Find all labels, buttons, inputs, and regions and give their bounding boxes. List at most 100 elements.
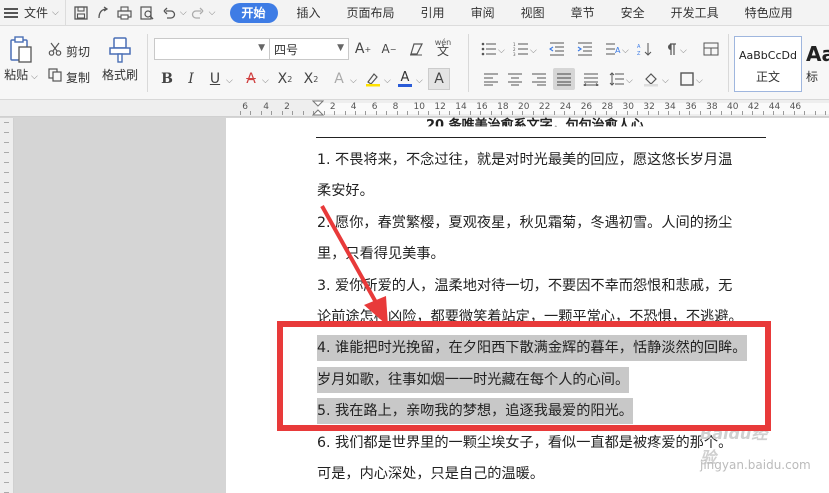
paragraph-line[interactable]: 论前途怎样凶险，都要微笑着站定，一颗平常心，不恐惧，不逃避。	[317, 306, 743, 326]
paragraph-line[interactable]: 岁月如歌，往事如烟一一时光藏在每个人的心间。	[317, 366, 630, 393]
paragraph-line[interactable]: 1. 不畏将来，不念过往，就是对时光最美的回应，愿这悠长岁月温	[317, 149, 732, 169]
table-layout-icon[interactable]	[700, 38, 722, 60]
borders-dropdown-icon[interactable]: ⌵	[696, 76, 703, 86]
copy-button[interactable]: 复制	[48, 68, 90, 86]
ruler-tick-label: 32	[643, 102, 655, 112]
tab-review[interactable]: 审阅	[458, 0, 508, 26]
redo-icon[interactable]	[187, 3, 209, 23]
print-icon[interactable]	[114, 3, 136, 23]
paragraph-line[interactable]: 6. 我们都是世界里的一颗尘埃女子，看似一直都是被疼爱的那个。	[317, 432, 732, 452]
paragraph-line[interactable]: 2. 愿你，春赏繁樱，夏观夜星，秋见霜菊，冬遇初雪。人间的扬尘	[317, 212, 732, 232]
vruler-tick-mark	[4, 142, 9, 143]
increase-indent-icon[interactable]	[574, 38, 596, 60]
paragraph-line[interactable]: 可是，内心深处，只是自己的温暖。	[317, 463, 544, 483]
tab-insert[interactable]: 插入	[284, 0, 334, 26]
paste-button[interactable]: 粘贴 ⌵	[4, 36, 38, 83]
ruler-tick-mark	[783, 111, 785, 115]
undo-dropdown-icon[interactable]: ⌵	[180, 8, 187, 18]
font-color-dropdown-icon[interactable]: ⌵	[416, 76, 423, 86]
paragraph-line[interactable]: 里，只看得见美事。	[317, 243, 445, 263]
format-painter-label: 格式刷	[101, 68, 138, 82]
chevron-down-icon: ▼	[337, 43, 344, 53]
paragraph-line[interactable]: 柔安好。	[317, 180, 374, 200]
format-painter-button[interactable]: 格式刷	[100, 36, 140, 83]
file-menu[interactable]: 文件 ⌵	[0, 0, 66, 26]
tab-home[interactable]: 开始	[229, 2, 278, 23]
strike-dropdown-icon[interactable]: ⌵	[262, 76, 269, 86]
style-normal[interactable]: AaBbCcDd 正文	[734, 36, 802, 92]
superscript-icon[interactable]: X2	[274, 68, 296, 90]
ruler-tick-mark	[678, 111, 680, 115]
tab-view[interactable]: 视图	[508, 0, 558, 26]
paste-dropdown-icon[interactable]: ⌵	[28, 72, 38, 82]
export-pdf-icon[interactable]	[92, 3, 114, 23]
tab-security[interactable]: 安全	[608, 0, 658, 26]
ruler-tick-mark	[689, 111, 691, 115]
shrink-font-icon[interactable]: A −	[378, 38, 400, 60]
tab-developer[interactable]: 开发工具	[658, 0, 732, 26]
highlight-icon[interactable]	[362, 68, 384, 90]
italic-icon[interactable]: I	[180, 68, 202, 90]
vruler-tick-mark	[4, 182, 9, 183]
chinese-layout-icon[interactable]: A	[602, 38, 624, 60]
bold-icon[interactable]: B	[156, 68, 178, 90]
shading-dropdown-icon[interactable]: ⌵	[662, 76, 669, 86]
ribbon-tabs: 开始 插入 页面布局 引用 审阅 视图 章节 安全 开发工具 特色应用	[224, 0, 806, 26]
line-spacing-icon[interactable]	[606, 68, 628, 90]
text-effect-icon[interactable]: A	[328, 68, 350, 90]
underline-icon[interactable]: U	[204, 68, 226, 90]
vertical-ruler[interactable]	[0, 118, 14, 493]
indent-marker-icon[interactable]	[312, 100, 324, 117]
tab-features[interactable]: 特色应用	[732, 0, 806, 26]
font-size-value: 四号	[274, 42, 299, 57]
horizontal-ruler[interactable]: 6 4 2 2 4 6 8 10 12 14 16 18 20 22 24 26 28 30 32 34 36 38 40 4…	[0, 100, 829, 117]
phonetic-guide-icon[interactable]: wén 文	[432, 36, 454, 58]
show-marks-icon[interactable]	[660, 38, 682, 60]
more-tools-icon[interactable]: ⌵	[209, 8, 216, 18]
bullets-dropdown-icon[interactable]: ⌵	[498, 46, 505, 56]
style-heading1[interactable]: Aa 标	[806, 36, 829, 92]
cut-button[interactable]: 剪切	[48, 42, 90, 60]
distributed-icon[interactable]	[580, 68, 602, 90]
vruler-tick-mark	[4, 432, 9, 433]
font-color-icon[interactable]: A	[394, 68, 416, 90]
grow-font-icon[interactable]: A +	[352, 38, 374, 60]
line-spacing-dropdown-icon[interactable]: ⌵	[626, 76, 633, 86]
tab-page-layout[interactable]: 页面布局	[334, 0, 408, 26]
save-icon[interactable]	[70, 3, 92, 23]
sort-icon[interactable]: AZ	[634, 38, 656, 60]
clear-format-icon[interactable]	[405, 38, 427, 60]
char-shading-icon[interactable]: A	[428, 68, 450, 90]
print-preview-icon[interactable]	[136, 3, 158, 23]
paragraph-line[interactable]: 3. 爱你所爱的人，温柔地对待一切，不要因不幸而怨恨和悲戚，无	[317, 275, 732, 295]
vruler-tick-mark	[4, 252, 9, 253]
justify-icon[interactable]	[553, 68, 575, 90]
text-effect-dropdown-icon[interactable]: ⌵	[350, 76, 357, 86]
undo-icon[interactable]	[158, 3, 180, 23]
align-right-icon[interactable]	[528, 68, 550, 90]
bullets-icon[interactable]	[478, 38, 500, 60]
highlight-dropdown-icon[interactable]: ⌵	[384, 76, 391, 86]
align-left-icon[interactable]	[480, 68, 502, 90]
align-center-icon[interactable]	[504, 68, 526, 90]
strikethrough-icon[interactable]: A	[240, 68, 262, 90]
tab-section[interactable]: 章节	[558, 0, 608, 26]
font-name-combo[interactable]: ▼	[154, 38, 270, 60]
ruler-tick-mark	[762, 111, 764, 115]
subscript-icon[interactable]: X2	[300, 68, 322, 90]
shading-icon[interactable]	[640, 68, 662, 90]
numbering-dropdown-icon[interactable]: ⌵	[530, 46, 537, 56]
decrease-indent-icon[interactable]	[546, 38, 568, 60]
paragraph-line[interactable]: 4. 谁能把时光挽留，在夕阳西下散满金辉的暮年，恬静淡然的回眸。	[317, 335, 747, 362]
numbering-icon[interactable]: 123	[510, 38, 532, 60]
font-size-combo[interactable]: 四号 ▼	[269, 38, 349, 60]
vruler-tick-mark	[4, 422, 9, 423]
paste-icon	[8, 36, 34, 63]
paragraph-line[interactable]: 5. 我在路上，亲吻我的梦想，追逐我最爱的阳光。	[317, 398, 633, 425]
underline-dropdown-icon[interactable]: ⌵	[226, 76, 233, 86]
tab-references[interactable]: 引用	[408, 0, 458, 26]
borders-icon[interactable]	[676, 68, 698, 90]
chinese-layout-dropdown-icon[interactable]: ⌵	[622, 46, 629, 56]
ruler-tick-label: 46	[789, 102, 802, 112]
show-marks-dropdown-icon[interactable]: ⌵	[680, 46, 687, 56]
